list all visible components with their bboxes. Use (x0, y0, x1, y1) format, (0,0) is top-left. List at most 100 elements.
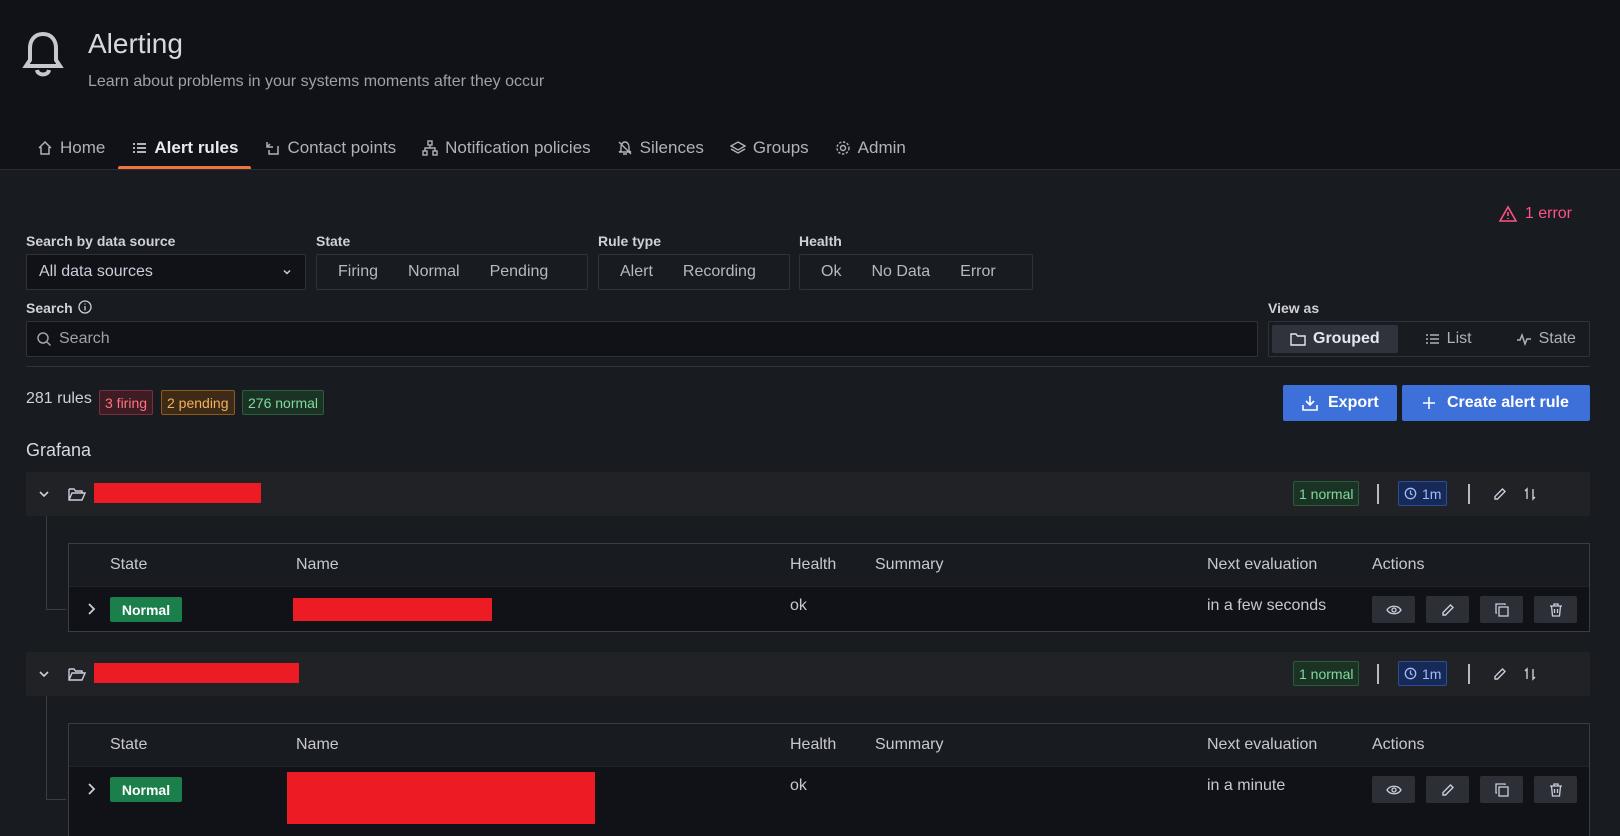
state-badge: Normal (110, 777, 182, 802)
export-button[interactable]: Export (1283, 385, 1397, 421)
chevron-down-icon (283, 269, 291, 275)
search-label: Search (26, 300, 73, 316)
tab-contact-points[interactable]: Contact points (251, 130, 409, 166)
separator (1468, 484, 1470, 504)
ruletype-option-alert[interactable]: Alert (605, 263, 668, 281)
redacted-rule-name (287, 772, 595, 824)
interval-badge: 1m (1398, 481, 1448, 506)
tab-home[interactable]: Home (24, 130, 118, 166)
view-label: Grouped (1313, 330, 1380, 347)
tab-groups[interactable]: Groups (717, 130, 822, 166)
state-filter: Firing Normal Pending (316, 254, 588, 290)
column-header: Summary (875, 736, 944, 753)
pencil-icon (1441, 603, 1454, 616)
pending-badge: 2 pending (161, 390, 235, 415)
tab-label: Contact points (287, 138, 397, 157)
view-list-button[interactable]: List (1406, 325, 1490, 353)
create-label: Create alert rule (1447, 394, 1569, 411)
ruletype-option-recording[interactable]: Recording (668, 263, 771, 281)
ruletype-label: Rule type (598, 233, 662, 249)
tab-silences[interactable]: Silences (604, 130, 717, 166)
tab-bar: Home Alert rules Contact points Notifica… (24, 130, 919, 170)
tab-alert-rules[interactable]: Alert rules (118, 130, 252, 170)
copy-button[interactable] (1480, 776, 1523, 803)
sort-icon[interactable] (1522, 486, 1538, 502)
table-header: State Name Health Summary Next evaluatio… (69, 724, 1589, 766)
column-header: Summary (875, 556, 944, 573)
datasource-label: Search by data source (26, 233, 176, 249)
tab-label: Admin (857, 138, 906, 157)
delete-button[interactable] (1534, 776, 1577, 803)
state-option-normal[interactable]: Normal (393, 263, 475, 281)
chevron-down-icon[interactable] (36, 666, 52, 682)
group-status-badge: 1 normal (1293, 661, 1360, 686)
state-option-firing[interactable]: Firing (323, 263, 393, 281)
list-icon (1425, 334, 1439, 344)
edit-button[interactable] (1426, 596, 1469, 623)
view-state-button[interactable]: State (1498, 325, 1594, 353)
rule-group-header[interactable]: 1 normal 1m (26, 472, 1590, 516)
folder-open-icon (68, 488, 86, 501)
pencil-icon (1441, 783, 1454, 796)
health-option-error[interactable]: Error (945, 263, 1011, 281)
column-header: Actions (1372, 736, 1425, 753)
view-button[interactable] (1372, 596, 1415, 623)
error-indicator[interactable]: 1 error (1498, 205, 1572, 223)
clock-icon (1404, 667, 1417, 680)
tab-notification-policies[interactable]: Notification policies (409, 130, 604, 166)
view-button[interactable] (1372, 776, 1415, 803)
health-option-ok[interactable]: Ok (806, 263, 856, 281)
eye-icon (1385, 605, 1402, 614)
table-row[interactable]: Normal ok in a few seconds (69, 586, 1589, 631)
firing-badge: 3 firing (99, 390, 154, 415)
chevron-right-icon[interactable] (83, 601, 99, 617)
tree-connector (46, 696, 47, 799)
normal-badge: 276 normal (242, 390, 325, 415)
column-header: Name (296, 736, 339, 753)
column-header: Next evaluation (1207, 736, 1318, 753)
home-icon (38, 140, 52, 155)
rules-count: 281 rules (26, 390, 92, 407)
page-subtitle: Learn about problems in your systems mom… (88, 73, 545, 90)
datasource-select[interactable]: All data sources (26, 254, 306, 290)
contact-icon (266, 142, 280, 155)
redacted-rule-name (293, 598, 492, 621)
edit-button[interactable] (1426, 776, 1469, 803)
tab-label: Alert rules (154, 138, 239, 157)
tab-admin[interactable]: Admin (822, 130, 919, 166)
search-icon (37, 332, 52, 347)
view-label: State (1538, 330, 1576, 347)
clock-icon (1404, 487, 1417, 500)
tree-connector (46, 609, 66, 610)
redacted-folder-name (94, 483, 261, 503)
copy-button[interactable] (1480, 596, 1523, 623)
page-header: Alerting Learn about problems in your sy… (0, 0, 1620, 170)
filter-divider (26, 366, 1590, 367)
chevron-right-icon[interactable] (83, 781, 99, 797)
rules-table: State Name Health Summary Next evaluatio… (68, 723, 1590, 836)
pencil-icon[interactable] (1492, 666, 1508, 682)
separator (1377, 664, 1379, 684)
plus-icon (1423, 397, 1435, 409)
chevron-down-icon[interactable] (36, 486, 52, 502)
table-row[interactable]: Normal ok in a minute (69, 766, 1589, 836)
view-grouped-button[interactable]: Grouped (1272, 325, 1398, 353)
search-input[interactable] (26, 321, 1258, 357)
info-icon[interactable] (78, 300, 92, 314)
health-option-nodata[interactable]: No Data (856, 263, 945, 281)
sort-icon[interactable] (1522, 666, 1538, 682)
state-option-pending[interactable]: Pending (475, 263, 564, 281)
bell-slash-icon (618, 141, 632, 155)
delete-button[interactable] (1534, 596, 1577, 623)
rules-table: State Name Health Summary Next evaluatio… (68, 543, 1590, 632)
viewas-label: View as (1268, 300, 1320, 316)
pencil-icon[interactable] (1492, 486, 1508, 502)
error-text: 1 error (1524, 205, 1572, 222)
rule-group-header[interactable]: 1 normal 1m (26, 652, 1590, 696)
create-alert-rule-button[interactable]: Create alert rule (1402, 385, 1590, 421)
column-header: State (110, 736, 148, 753)
column-header: Health (790, 556, 837, 573)
column-header: State (110, 556, 148, 573)
gear-icon (835, 141, 850, 155)
health-value: ok (790, 777, 807, 794)
